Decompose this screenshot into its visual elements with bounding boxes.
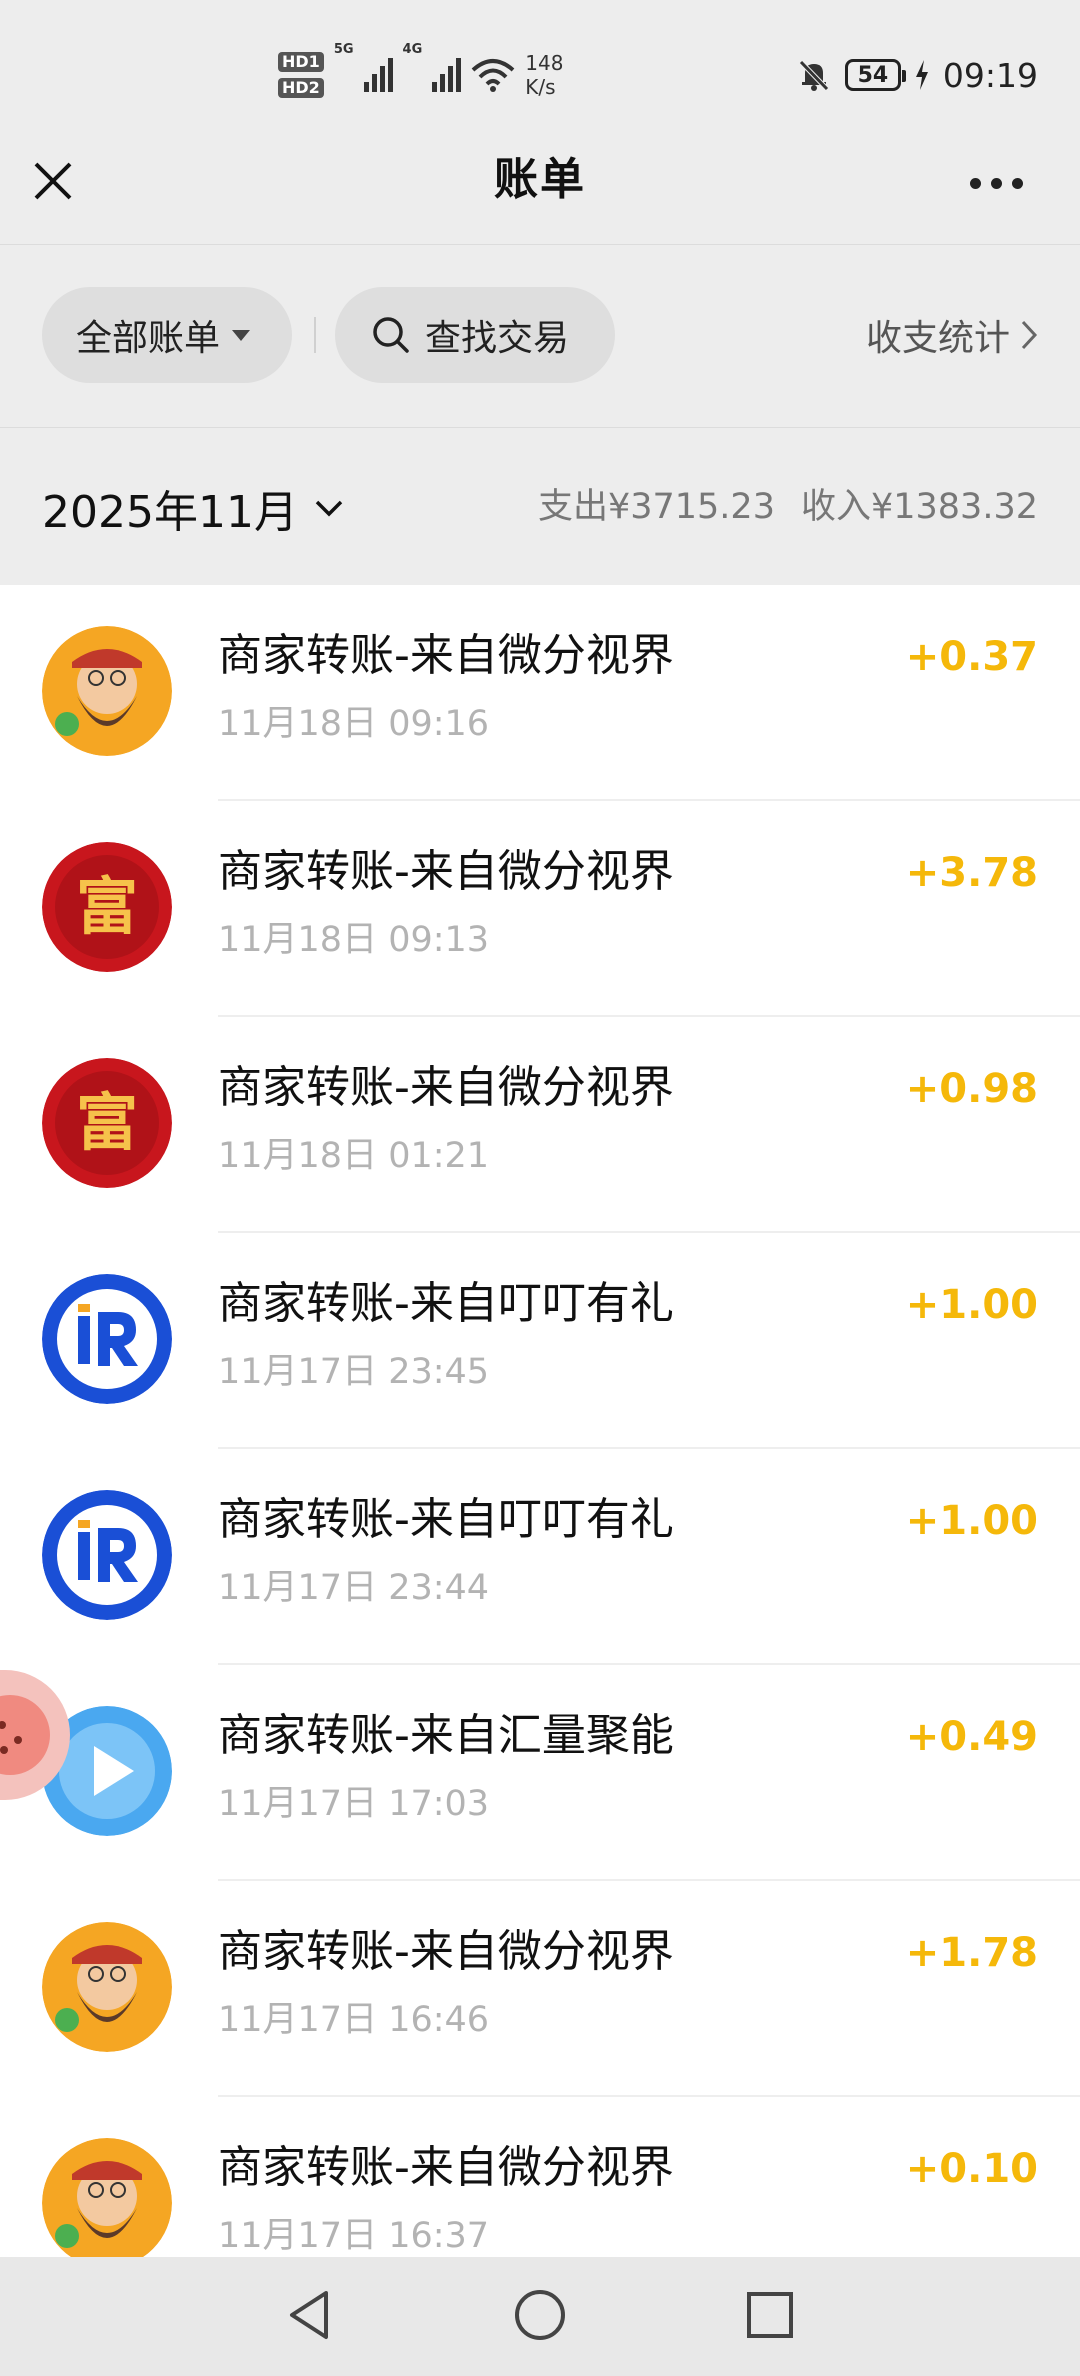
fortune-god-icon <box>42 626 172 756</box>
transaction-amount: +1.78 <box>905 1930 1038 1976</box>
fortune-god-icon <box>42 1922 172 2052</box>
chevron-down-icon <box>315 500 343 517</box>
transaction-row[interactable]: 商家转账-来自汇量聚能 11月17日 17:03 +0.49 <box>0 1665 1080 1881</box>
transaction-time: 11月17日 23:45 <box>218 1352 490 1392</box>
speed-value: 148 <box>525 51 564 75</box>
status-left: HD1 HD2 5G 4G 148 K/s <box>278 42 563 108</box>
transaction-amount: +0.98 <box>905 1066 1038 1112</box>
transaction-time: 11月17日 17:03 <box>218 1784 490 1824</box>
stats-label: 收支统计 <box>865 318 1010 359</box>
speed-unit: K/s <box>525 75 556 99</box>
transaction-amount: +1.00 <box>905 1498 1038 1544</box>
transaction-row[interactable]: 商家转账-来自叮叮有礼 11月17日 23:45 +1.00 <box>0 1233 1080 1449</box>
transaction-list: 商家转账-来自微分视界 11月18日 09:16 +0.37 富 商家转账-来自… <box>0 585 1080 2257</box>
transaction-title: 商家转账-来自叮叮有礼 <box>218 1278 674 1329</box>
chevron-right-icon <box>1021 320 1038 350</box>
transaction-amount: +3.78 <box>905 850 1038 896</box>
caret-down-icon <box>232 329 251 341</box>
transaction-title: 商家转账-来自微分视界 <box>218 1926 674 1977</box>
signal-icon <box>363 58 393 92</box>
month-label: 2025年11月 <box>42 487 298 538</box>
transaction-time: 11月18日 09:13 <box>218 920 490 960</box>
hd-indicators: HD1 HD2 <box>278 52 324 98</box>
income-total: 收入¥1383.32 <box>800 487 1038 527</box>
battery-icon: 54 <box>844 59 906 91</box>
search-transactions-button[interactable]: 查找交易 <box>335 287 615 383</box>
home-icon[interactable] <box>512 2287 568 2343</box>
transaction-row[interactable]: 商家转账-来自微分视界 11月17日 16:46 +1.78 <box>0 1881 1080 2097</box>
transaction-row[interactable]: 富 商家转账-来自微分视界 11月18日 01:21 +0.98 <box>0 1017 1080 1233</box>
expense-total: 支出¥3715.23 <box>537 487 775 527</box>
transaction-amount: +0.10 <box>905 2146 1038 2192</box>
month-summary: 支出¥3715.23 收入¥1383.32 <box>538 478 1038 529</box>
status-bar: HD1 HD2 5G 4G 148 K/s 54 09:19 <box>0 0 1080 150</box>
transaction-amount: +0.37 <box>905 634 1038 680</box>
transaction-time: 11月17日 23:44 <box>218 1568 490 1608</box>
all-bills-label: 全部账单 <box>76 318 221 359</box>
income-expense-stats-link[interactable]: 收支统计 <box>866 287 1038 383</box>
net2-label: 4G <box>402 42 423 57</box>
wifi-icon <box>471 59 515 92</box>
status-right: 54 09:19 <box>797 50 1038 100</box>
recents-icon[interactable] <box>742 2287 798 2343</box>
clock: 09:19 <box>942 55 1038 95</box>
transaction-title: 商家转账-来自汇量聚能 <box>218 1710 674 1761</box>
transaction-title: 商家转账-来自叮叮有礼 <box>218 1494 674 1545</box>
transaction-title: 商家转账-来自微分视界 <box>218 1062 674 1113</box>
transaction-time: 11月18日 09:16 <box>218 704 490 744</box>
page-title: 账单 <box>494 154 586 205</box>
search-icon <box>373 317 409 353</box>
fu-character-icon: 富 <box>42 842 172 972</box>
month-selector[interactable]: 2025年11月 <box>42 476 344 540</box>
transaction-row[interactable]: 商家转账-来自叮叮有礼 11月17日 23:44 +1.00 <box>0 1449 1080 1665</box>
transaction-row[interactable]: 富 商家转账-来自微分视界 11月18日 09:13 +3.78 <box>0 801 1080 1017</box>
transaction-time: 11月17日 16:37 <box>218 2216 490 2256</box>
hd1-badge: HD1 <box>278 52 324 72</box>
fu-character-text: 富 <box>76 1086 138 1159</box>
hd2-badge: HD2 <box>278 78 324 98</box>
all-bills-button[interactable]: 全部账单 <box>42 287 292 383</box>
transaction-row[interactable]: 商家转账-来自微分视界 11月17日 16:37 +0.10 <box>0 2097 1080 2257</box>
transaction-title: 商家转账-来自微分视界 <box>218 630 674 681</box>
transaction-time: 11月18日 01:21 <box>218 1136 490 1176</box>
transaction-amount: +1.00 <box>905 1282 1038 1328</box>
net1-label: 5G <box>333 42 354 57</box>
fu-character-icon: 富 <box>42 1058 172 1188</box>
fu-character-text: 富 <box>76 870 138 943</box>
transaction-row[interactable]: 商家转账-来自微分视界 11月18日 09:16 +0.37 <box>0 585 1080 801</box>
signal-icon-2 <box>432 58 462 92</box>
charging-icon <box>915 60 928 90</box>
filter-separator <box>314 317 316 353</box>
fortune-god-icon <box>42 2138 172 2257</box>
net-speed: 148 K/s <box>525 51 563 99</box>
system-nav-bar <box>0 2257 1080 2376</box>
filter-bar: 全部账单 查找交易 收支统计 <box>0 245 1080 427</box>
back-icon[interactable] <box>282 2287 338 2343</box>
lr-logo-icon <box>42 1274 172 1404</box>
lr-logo-icon <box>42 1490 172 1620</box>
month-header: 2025年11月 支出¥3715.23 收入¥1383.32 <box>0 428 1080 585</box>
transaction-title: 商家转账-来自微分视界 <box>218 846 674 897</box>
transaction-amount: +0.49 <box>905 1714 1038 1760</box>
transaction-time: 11月17日 16:46 <box>218 2000 490 2040</box>
transaction-title: 商家转账-来自微分视界 <box>218 2142 674 2193</box>
nav-bar: 账单 <box>0 150 1080 244</box>
bell-muted-icon <box>799 60 829 91</box>
more-options-icon[interactable] <box>970 168 1030 198</box>
search-label: 查找交易 <box>425 318 570 359</box>
